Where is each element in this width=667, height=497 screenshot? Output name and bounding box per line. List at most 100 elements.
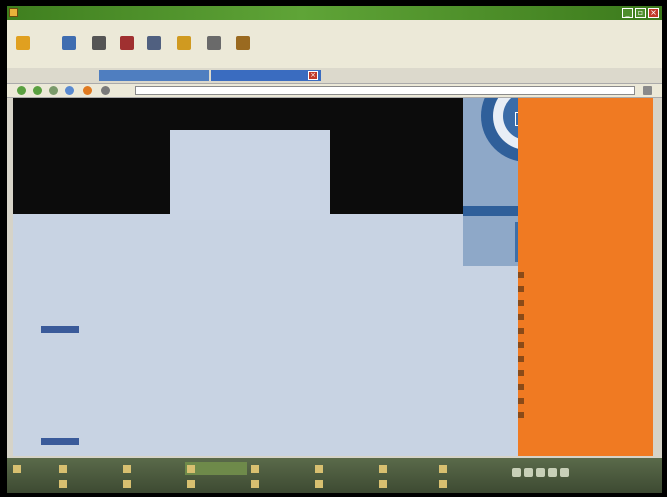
toolbar-button-7[interactable]	[200, 34, 228, 66]
sidebar-item[interactable]	[518, 366, 606, 380]
toolbar	[7, 31, 662, 69]
app-icon	[379, 465, 387, 473]
bullet-icon	[518, 398, 524, 404]
sidebar-item[interactable]	[518, 296, 606, 310]
taskbar-item[interactable]	[437, 477, 495, 490]
bullet-icon	[518, 356, 524, 362]
toolbar-button-8[interactable]	[229, 34, 257, 66]
app-icon	[187, 480, 195, 488]
app-icon	[251, 480, 259, 488]
bullet-icon	[518, 328, 524, 334]
sidebar-item[interactable]	[518, 394, 606, 408]
taskbar-item[interactable]	[121, 462, 183, 475]
home-icon[interactable]	[83, 86, 92, 95]
palette-icon	[236, 36, 250, 50]
bullet-icon	[518, 370, 524, 376]
volume-icon[interactable]	[524, 468, 533, 477]
toolbar-button-4[interactable]	[113, 34, 141, 66]
sidebar-item[interactable]	[518, 352, 606, 366]
app-icon	[315, 480, 323, 488]
toolbar-button-5[interactable]	[140, 34, 168, 66]
banner	[170, 130, 330, 220]
sidebar-menu	[518, 268, 606, 422]
bullet-icon	[518, 384, 524, 390]
sidebar-item[interactable]	[518, 282, 606, 296]
taskbar-item[interactable]	[57, 462, 119, 475]
stop-icon[interactable]	[49, 86, 58, 95]
app-icon	[9, 8, 18, 17]
read-more-button[interactable]	[41, 438, 79, 445]
forward-icon[interactable]	[33, 86, 42, 95]
tab-2[interactable]	[99, 70, 209, 81]
browser-window: _ ▫ × ×	[7, 6, 662, 458]
close-tab-icon[interactable]: ×	[308, 71, 318, 80]
taskbar	[7, 458, 662, 493]
tab-3[interactable]	[211, 70, 321, 81]
refresh-icon[interactable]	[65, 86, 74, 95]
toolbar-button-2[interactable]	[55, 34, 83, 66]
tab-1[interactable]	[11, 70, 97, 81]
printer-icon	[92, 36, 106, 50]
app-icon	[123, 480, 131, 488]
start-button[interactable]	[11, 462, 51, 475]
taskbar-item[interactable]	[185, 477, 247, 490]
article-2	[88, 364, 488, 386]
bullet-icon	[518, 342, 524, 348]
sidebar-item[interactable]	[518, 338, 606, 352]
taskbar-item[interactable]	[313, 477, 375, 490]
scissors-icon	[120, 36, 134, 50]
toolbar-button-3[interactable]	[85, 34, 113, 66]
language-icon[interactable]	[560, 468, 569, 477]
bullet-icon	[518, 314, 524, 320]
sidebar-item[interactable]	[518, 310, 606, 324]
toolbar-button-6[interactable]	[170, 34, 198, 66]
taskbar-item[interactable]	[249, 462, 311, 475]
app-icon	[59, 465, 67, 473]
start-icon	[13, 465, 21, 473]
taskbar-item[interactable]	[121, 477, 183, 490]
back-icon[interactable]	[17, 86, 26, 95]
tab-bar: ×	[7, 68, 662, 84]
app-icon	[439, 465, 447, 473]
bullet-icon	[518, 286, 524, 292]
sidebar-item[interactable]	[518, 324, 606, 338]
sidebar-item[interactable]	[518, 408, 606, 422]
taskbar-item-active[interactable]	[185, 462, 247, 475]
read-more-button[interactable]	[41, 326, 79, 333]
taskbar-item[interactable]	[313, 462, 375, 475]
web-page	[13, 98, 653, 456]
taskbar-item[interactable]	[377, 462, 435, 475]
network-icon[interactable]	[512, 468, 521, 477]
toolbar-button-1[interactable]	[9, 34, 37, 66]
taskbar-item[interactable]	[249, 477, 311, 490]
app-icon	[251, 465, 259, 473]
sidebar-item[interactable]	[518, 380, 606, 394]
bullet-icon	[518, 412, 524, 418]
text-icon	[207, 36, 221, 50]
taskbar-item[interactable]	[57, 477, 119, 490]
app-icon	[315, 465, 323, 473]
update-icon[interactable]	[548, 468, 557, 477]
security-icon[interactable]	[536, 468, 545, 477]
taskbar-item[interactable]	[437, 462, 495, 475]
title-bar: _ ▫ ×	[7, 6, 662, 20]
app-icon	[439, 480, 447, 488]
url-input[interactable]	[135, 86, 635, 95]
app-icon	[379, 480, 387, 488]
paste-icon	[177, 36, 191, 50]
close-button[interactable]: ×	[648, 8, 659, 18]
go-icon[interactable]	[643, 86, 652, 95]
article-1	[88, 248, 488, 256]
minimize-button[interactable]: _	[622, 8, 633, 18]
app-icon	[59, 480, 67, 488]
bullet-icon	[518, 300, 524, 306]
app-icon	[187, 465, 195, 473]
taskbar-item[interactable]	[377, 477, 435, 490]
maximize-button[interactable]: ▫	[635, 8, 646, 18]
bullet-icon	[518, 272, 524, 278]
sun-icon	[16, 36, 30, 50]
sidebar-item[interactable]	[518, 268, 606, 282]
app-icon	[123, 465, 131, 473]
system-tray	[508, 464, 658, 486]
search-icon[interactable]	[101, 86, 110, 95]
